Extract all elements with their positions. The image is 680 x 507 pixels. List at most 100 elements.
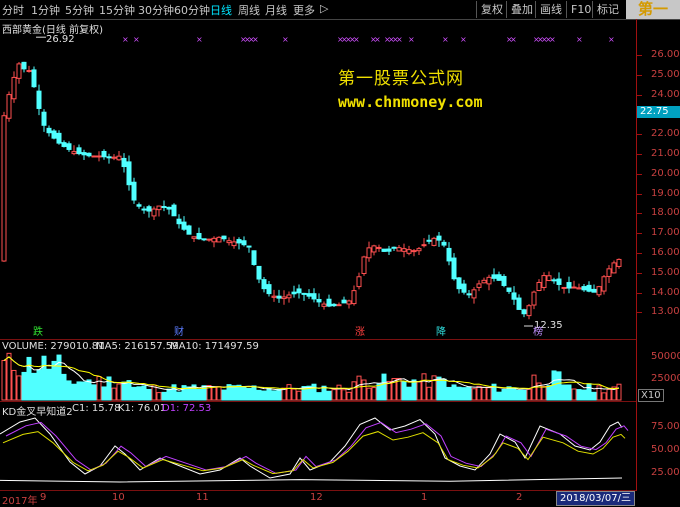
buy-signal-marker: ×	[353, 35, 360, 44]
price-axis-line	[636, 19, 637, 491]
candle-body	[366, 247, 372, 259]
volume-bar	[541, 386, 547, 401]
high-price-annotation: 26.92	[46, 34, 75, 45]
volume-bar	[81, 381, 87, 401]
overlay-button[interactable]: 叠加	[506, 1, 537, 18]
tab-daily[interactable]: 日线	[210, 2, 232, 18]
buy-signal-marker: ×	[252, 35, 259, 44]
candle-body	[596, 286, 602, 296]
tab-15min[interactable]: 15分钟	[99, 2, 135, 18]
candle-body	[546, 275, 552, 281]
candle-body	[146, 206, 152, 212]
candle-body	[271, 295, 277, 298]
buy-signal-marker: ×	[576, 35, 583, 44]
kd-c1: C1: 15.78	[72, 403, 121, 414]
buy-signal-marker: ×	[282, 35, 289, 44]
candle-body	[31, 69, 37, 88]
candle-body	[591, 288, 597, 293]
tab-fenshi[interactable]: 分时	[2, 2, 24, 18]
more-arrow-icon[interactable]: ▷	[320, 2, 328, 15]
volume-bar	[276, 388, 282, 401]
candle-body	[306, 293, 312, 297]
volume-bar	[601, 392, 607, 401]
volume-bar	[1, 360, 7, 401]
kd-indicator-name[interactable]: KD金叉早知道2	[2, 403, 73, 418]
candle-body	[391, 246, 397, 249]
candle-body	[551, 279, 557, 282]
event-tag-die[interactable]: 跌	[31, 327, 45, 339]
price-axis-tick	[637, 173, 642, 175]
fuquan-button[interactable]: 复权	[476, 1, 507, 18]
volume-axis-50000: 50000	[651, 351, 680, 362]
tab-30min[interactable]: 30分钟	[138, 2, 174, 18]
volume-bar	[181, 385, 187, 401]
candle-body	[511, 292, 517, 300]
candle-body	[171, 204, 177, 217]
volume-bar	[316, 392, 322, 401]
candle-body	[556, 278, 562, 285]
candlestick-chart[interactable]: × × × ×××× × ××××× ×× ×××× × × × ×× ××××× × ×	[0, 19, 636, 491]
candle-body	[506, 287, 512, 292]
candle-body	[106, 156, 112, 159]
watermark-url[interactable]: www.chnmoney.com	[338, 93, 483, 111]
volume-bar	[246, 387, 252, 401]
buy-signal-marker: ×	[122, 35, 129, 44]
volume-bar	[576, 389, 582, 401]
candle-body	[96, 155, 102, 158]
volume-bar	[561, 384, 567, 401]
volume-bar	[241, 386, 247, 401]
candle-body	[76, 147, 82, 155]
draw-line-button[interactable]: 画线	[535, 1, 566, 18]
volume-bar	[61, 373, 67, 401]
f10-button[interactable]: F10	[566, 1, 595, 18]
candle-body	[436, 235, 442, 241]
xaxis-label-nov: 11	[196, 492, 209, 503]
price-axis-tick	[637, 253, 642, 254]
candle-body	[501, 275, 507, 286]
price-axis-label: 16.00	[651, 247, 680, 258]
candle-body	[101, 150, 107, 158]
candle-body	[486, 276, 492, 285]
candle-body	[446, 247, 452, 262]
event-tag-cai[interactable]: 财	[172, 327, 186, 339]
candle-body	[196, 232, 202, 240]
candle-body	[141, 208, 147, 211]
volume-ma10: MA10: 171497.59	[170, 341, 259, 352]
volume-bar	[381, 373, 387, 401]
event-tag-bang[interactable]: 榜	[531, 327, 545, 339]
volume-bar	[266, 387, 272, 401]
volume-bar	[46, 368, 52, 401]
event-tag-zhang[interactable]: 涨	[353, 327, 367, 339]
volume-unit-badge[interactable]: X10	[638, 389, 664, 402]
volume-bar	[41, 355, 47, 401]
candle-body	[41, 111, 47, 126]
tab-more[interactable]: 更多	[293, 2, 315, 18]
volume-bar	[21, 371, 27, 401]
tab-60min[interactable]: 60分钟	[174, 2, 210, 18]
volume-bar	[501, 389, 507, 401]
volume-bar	[486, 387, 492, 401]
candle-body	[276, 295, 282, 299]
tab-5min[interactable]: 5分钟	[65, 2, 94, 18]
volume-bar	[521, 389, 527, 401]
event-tag-jiang[interactable]: 降	[434, 327, 448, 339]
candle-body	[286, 294, 292, 299]
tab-monthly[interactable]: 月线	[265, 2, 287, 18]
tab-weekly[interactable]: 周线	[238, 2, 260, 18]
buy-signal-marker: ×	[608, 35, 615, 44]
volume-value: VOLUME: 279010.81	[2, 341, 105, 352]
candle-body	[361, 256, 367, 274]
volume-bar	[51, 360, 57, 401]
mark-button[interactable]: 标记	[592, 1, 623, 18]
price-axis-tick	[637, 55, 642, 56]
xaxis-label-year: 2017年	[2, 496, 38, 507]
candle-body	[441, 241, 447, 246]
tab-1min[interactable]: 1分钟	[31, 2, 60, 18]
volume-bar	[76, 381, 82, 401]
volume-bar	[186, 386, 192, 401]
xaxis-label-feb: 2	[516, 492, 523, 503]
volume-bar	[341, 389, 347, 401]
candle-body	[606, 268, 612, 277]
volume-bar	[401, 381, 407, 401]
candle-body	[336, 304, 342, 307]
